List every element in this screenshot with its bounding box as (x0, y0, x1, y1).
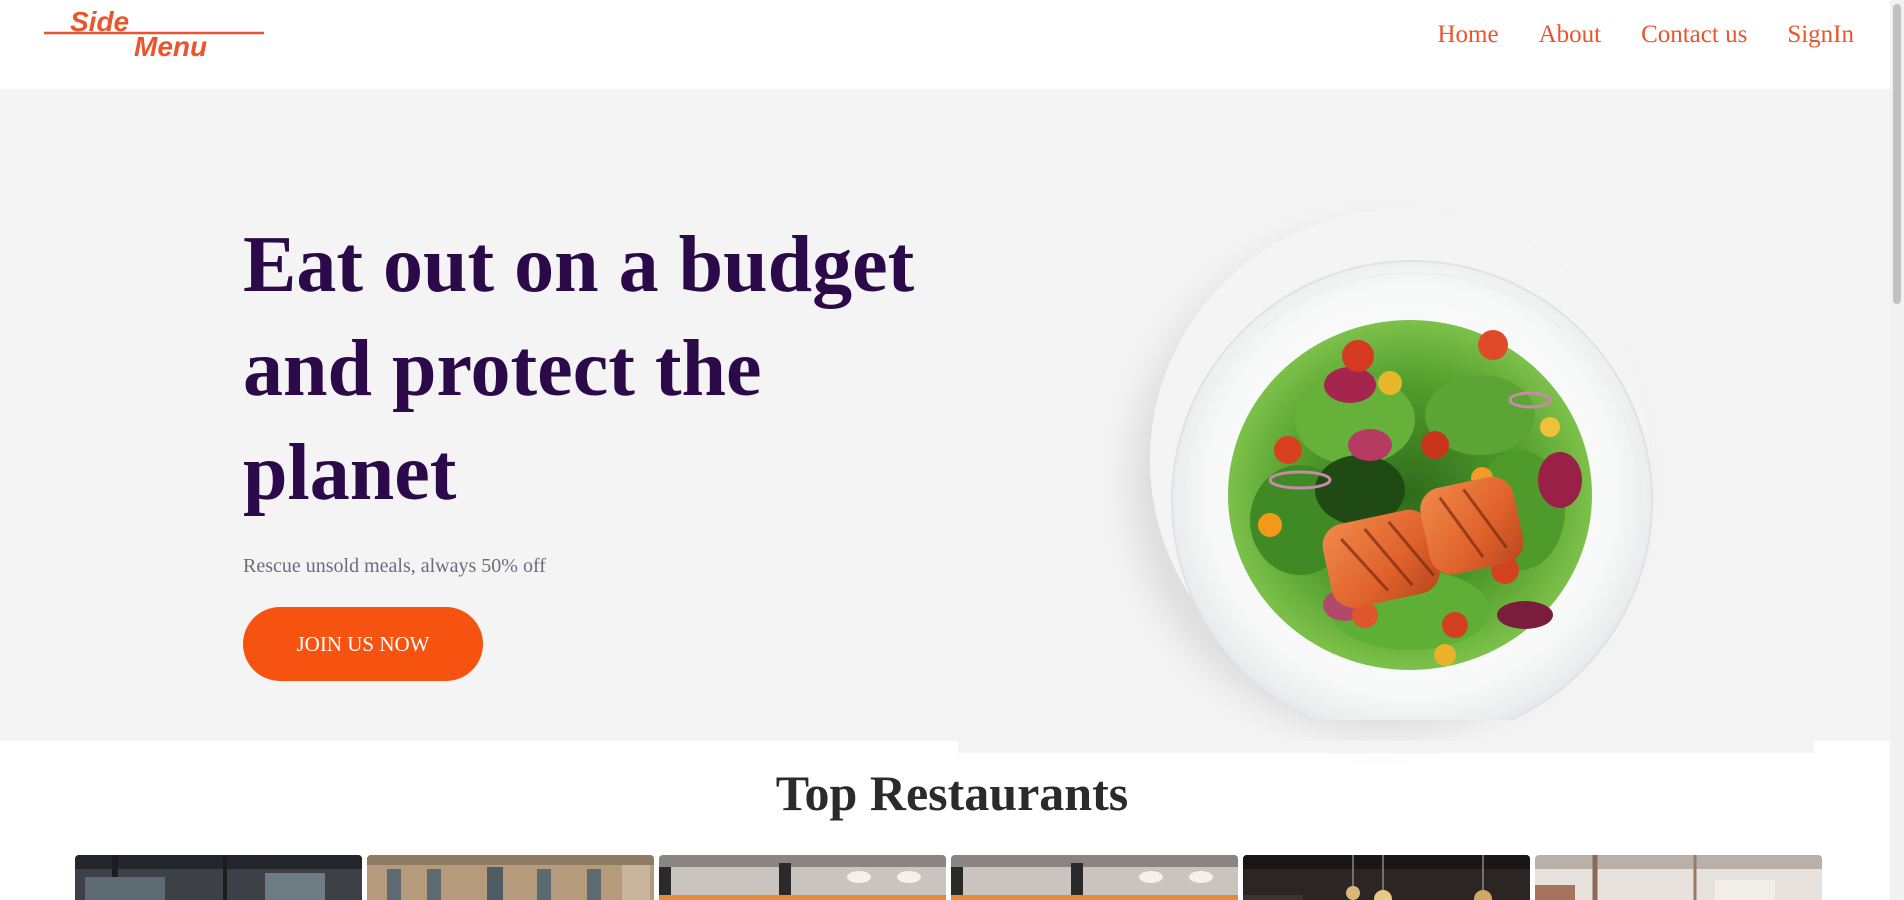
svg-text:Menu: Menu (134, 31, 207, 62)
top-restaurants-title: Top Restaurants (775, 765, 1129, 821)
restaurant-card[interactable] (1243, 855, 1530, 900)
restaurant-card[interactable] (951, 855, 1238, 900)
restaurant-card[interactable] (367, 855, 654, 900)
restaurant-card[interactable] (75, 855, 362, 900)
scrollbar-thumb[interactable] (1893, 4, 1901, 304)
restaurant-card[interactable] (659, 855, 946, 900)
restaurant-image (951, 855, 1238, 900)
salad-plate-image (1110, 160, 1670, 720)
site-header: Side Menu Home About Contact us SignIn (0, 0, 1904, 89)
logo-graphic: Side Menu (44, 8, 264, 62)
restaurant-image (1243, 855, 1530, 900)
svg-text:Side: Side (70, 8, 129, 37)
hero-title: Eat out on a budget and protect the plan… (243, 221, 915, 517)
hero-section: Eat out on a budget and protect the plan… (0, 89, 1904, 741)
side-menu-logo[interactable]: Side Menu (42, 8, 266, 62)
restaurant-image (367, 855, 654, 900)
main-nav: Home About Contact us SignIn (1437, 18, 1854, 52)
restaurant-image (659, 855, 946, 900)
join-us-button[interactable]: JOIN US NOW (243, 607, 483, 681)
restaurant-image (75, 855, 362, 900)
restaurant-card[interactable] (1535, 855, 1822, 900)
nav-signin-link[interactable]: SignIn (1787, 18, 1854, 52)
hero-bottom-strip (958, 741, 1814, 753)
page-scrollbar[interactable] (1890, 0, 1904, 900)
nav-home-link[interactable]: Home (1437, 18, 1498, 52)
nav-contact-link[interactable]: Contact us (1641, 18, 1747, 52)
restaurant-cards (75, 855, 1822, 900)
hero-subtitle: Rescue unsold meals, always 50% off (243, 555, 546, 577)
nav-about-link[interactable]: About (1539, 18, 1602, 52)
restaurant-image (1535, 855, 1822, 900)
